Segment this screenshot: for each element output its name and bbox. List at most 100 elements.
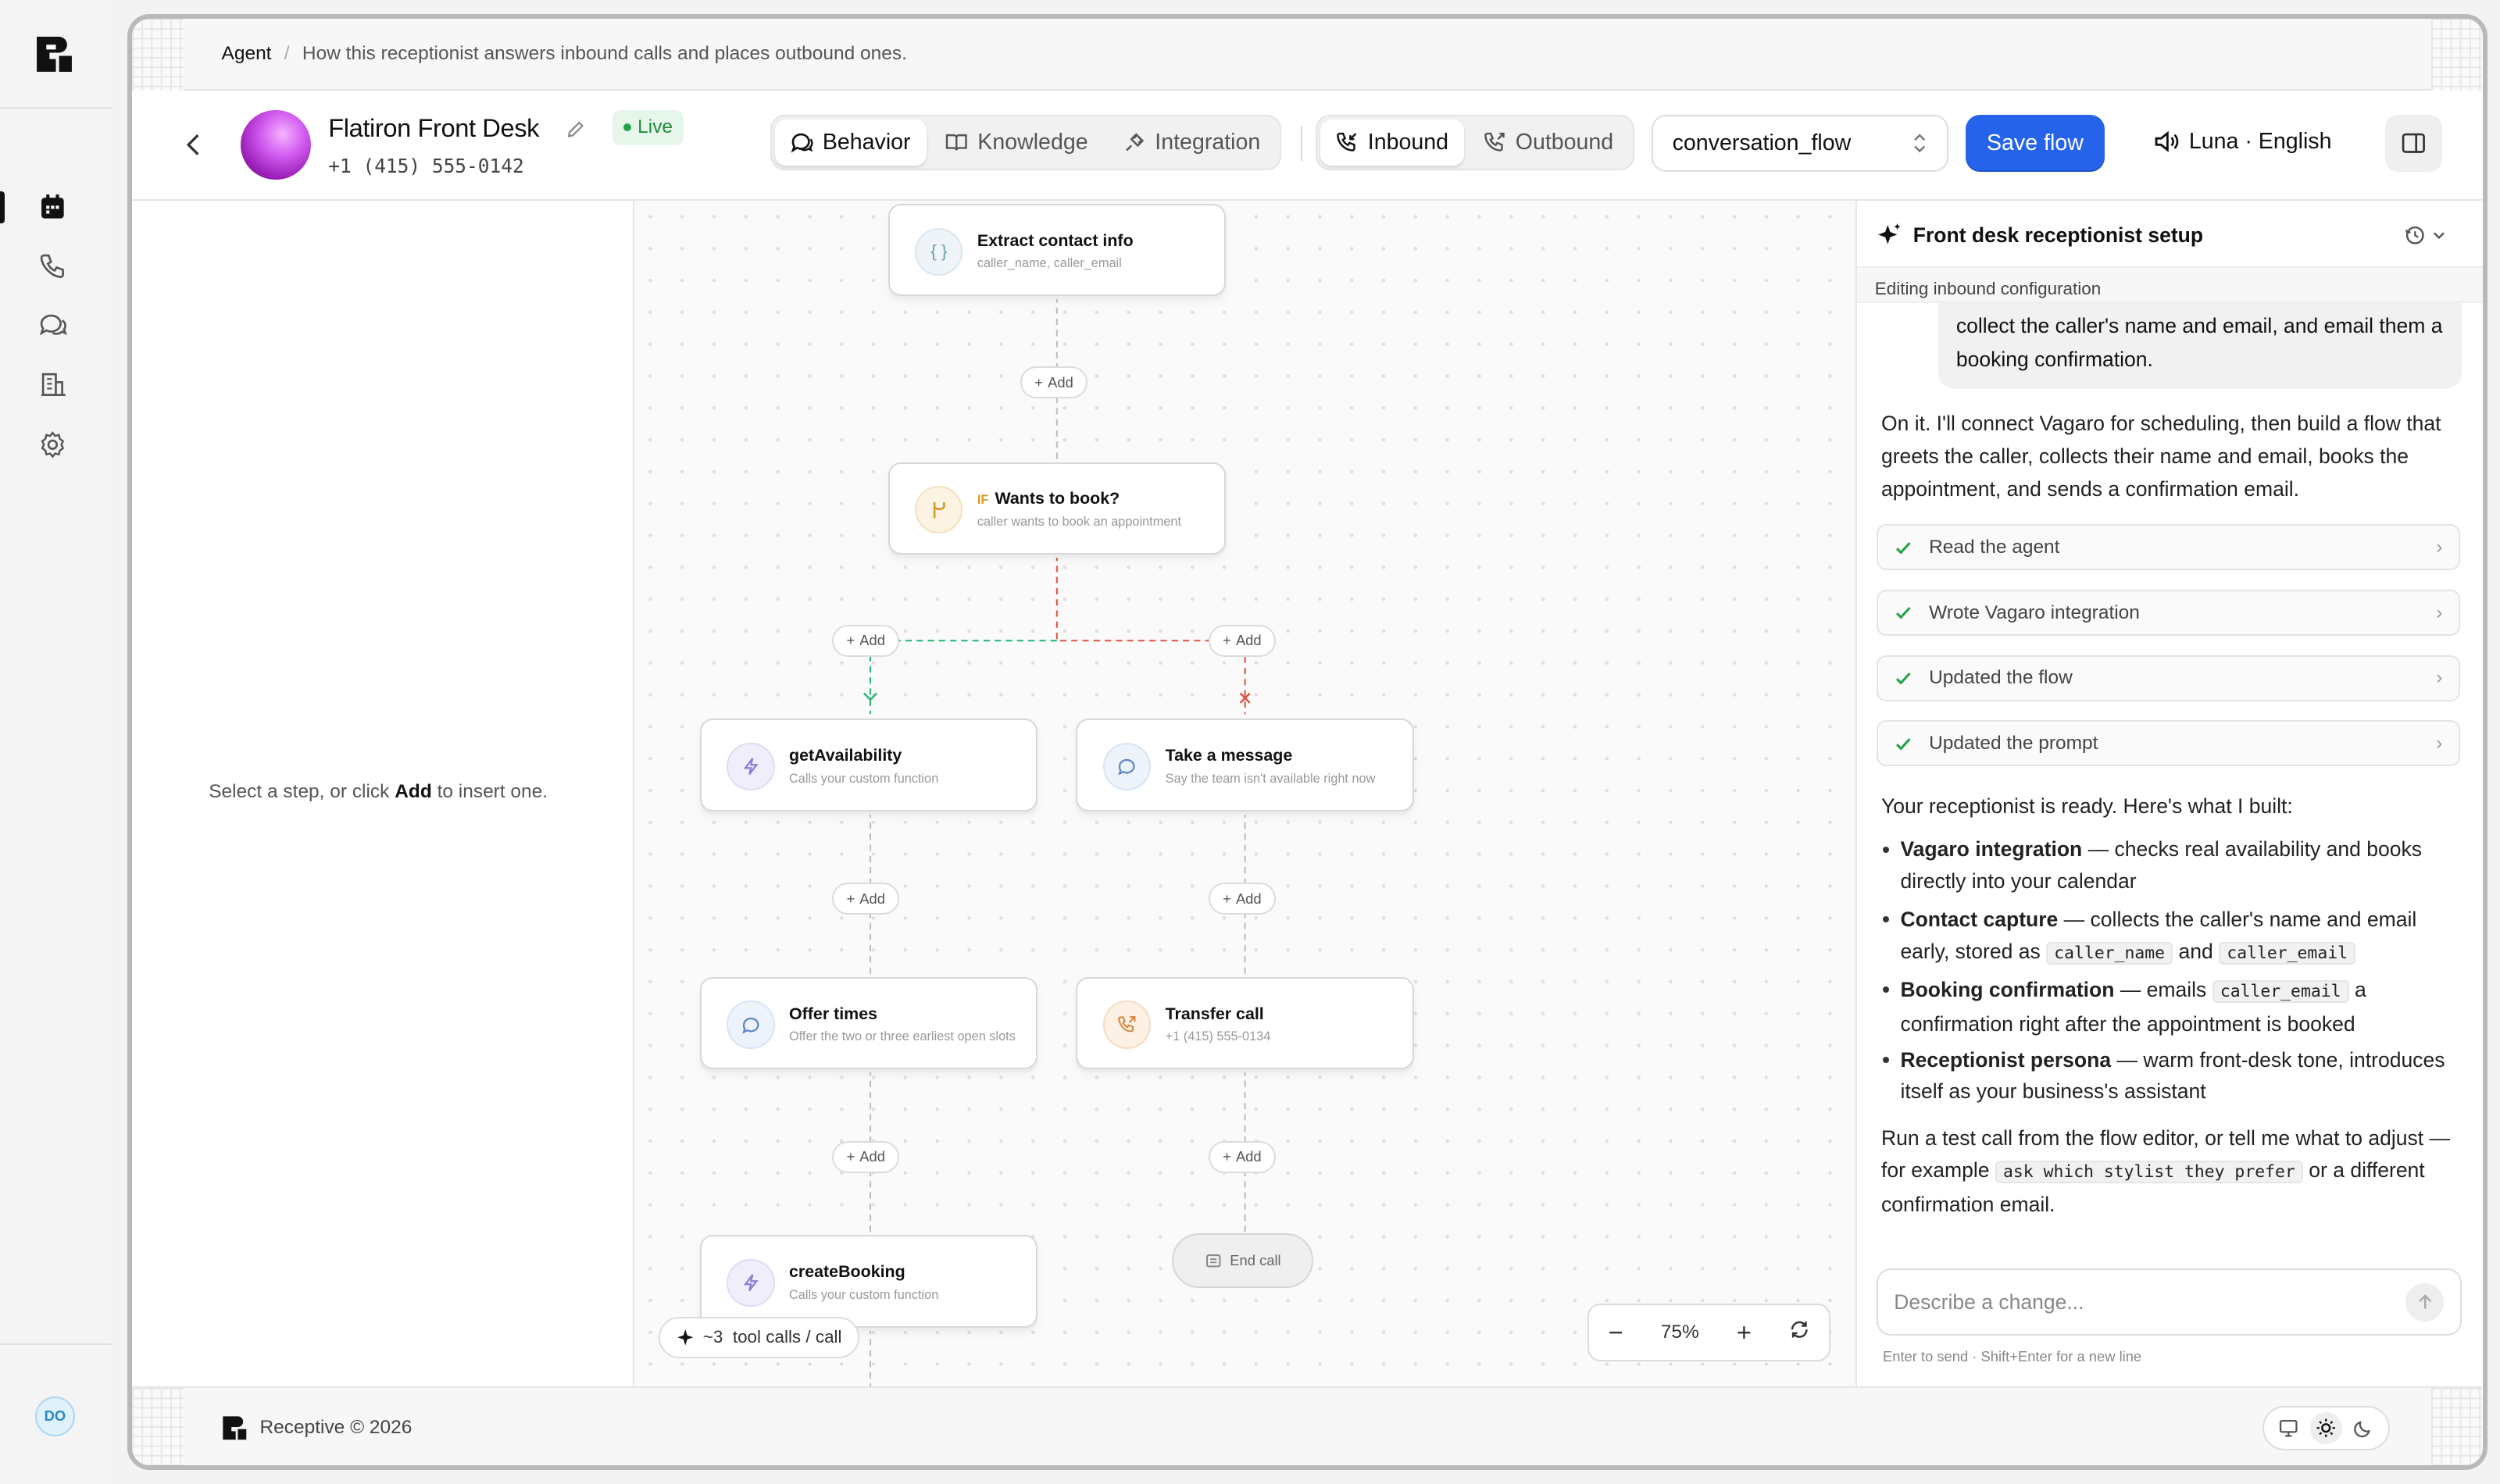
node-subtitle: Calls your custom function	[789, 1287, 939, 1302]
tab-integration[interactable]: Integration	[1107, 120, 1277, 166]
sparkle-icon	[677, 1329, 694, 1346]
settings-gear-icon[interactable]	[35, 427, 70, 462]
composer-placeholder: Describe a change...	[1894, 1290, 2084, 1314]
add-step-button[interactable]: + Add	[1020, 366, 1088, 399]
check-icon	[1896, 672, 1911, 685]
step-label: Read the agent	[1929, 536, 2060, 558]
assistant-ready: Your receptionist is ready. Here's what …	[1880, 794, 2293, 819]
tab-inbound[interactable]: Inbound	[1320, 119, 1465, 166]
user-avatar[interactable]: DO	[34, 1396, 75, 1436]
app-footer: Receptive © 2026	[132, 1386, 2483, 1465]
back-chevron-icon[interactable]	[184, 132, 206, 164]
save-flow-button[interactable]: Save flow	[1966, 114, 2105, 173]
flow-select[interactable]: conversation_flow	[1652, 114, 1948, 173]
add-step-button[interactable]: + Add	[832, 624, 900, 657]
agent-name: Flatiron Front Desk	[328, 112, 540, 142]
summary-bullet: Receptionist persona — warm front-desk t…	[1881, 1044, 2463, 1108]
zoom-in-button[interactable]: +	[1737, 1318, 1752, 1347]
agent-avatar	[241, 109, 311, 180]
building-icon[interactable]	[35, 366, 70, 401]
add-step-button[interactable]: + Add	[1208, 1141, 1276, 1173]
branch-icon	[915, 486, 963, 534]
flow-node-extract-contact[interactable]: { } Extract contact info caller_name, ca…	[888, 204, 1227, 297]
footer-brand-text: Receptive © 2026	[259, 1417, 412, 1439]
step-label: Updated the prompt	[1929, 732, 2098, 754]
step-updated-prompt[interactable]: Updated the prompt ›	[1876, 720, 2460, 767]
flow-node-create-booking[interactable]: createBooking Calls your custom function	[699, 1235, 1038, 1328]
assistant-subtitle: Editing inbound configuration	[1857, 267, 2483, 303]
lightning-icon	[727, 742, 775, 791]
breadcrumb-description: How this receptionist answers inbound ca…	[302, 42, 907, 64]
outgoing-call-icon	[1484, 133, 1505, 152]
sun-icon[interactable]	[2309, 1411, 2342, 1444]
flow-node-transfer-call[interactable]: Transfer call +1 (415) 555-0134	[1076, 976, 1415, 1070]
send-arrow-icon[interactable]	[2405, 1282, 2445, 1322]
tab-outbound[interactable]: Outbound	[1468, 120, 1630, 166]
tool-calls-badge: ~3 tool calls / call	[658, 1316, 859, 1358]
book-icon	[946, 134, 968, 151]
flow-node-offer-times[interactable]: Offer times Offer the two or three earli…	[699, 976, 1038, 1070]
edit-pencil-icon[interactable]	[566, 116, 584, 146]
step-wrote-integration[interactable]: Wrote Vagaro integration ›	[1876, 589, 2460, 637]
moon-icon[interactable]	[2348, 1412, 2380, 1444]
tab-knowledge-label: Knowledge	[977, 130, 1088, 155]
phone-icon[interactable]	[35, 248, 70, 284]
tool-calls-label: ~3 tool calls / call	[702, 1327, 842, 1347]
voice-selector[interactable]: Luna · English	[2154, 129, 2331, 155]
messages-icon[interactable]	[35, 308, 70, 343]
breadcrumb: Agent / How this receptionist answers in…	[222, 43, 907, 65]
tab-knowledge[interactable]: Knowledge	[930, 120, 1104, 166]
node-subtitle: Calls your custom function	[789, 771, 939, 786]
zoom-controls: − 75% +	[1588, 1304, 1830, 1361]
calendar-icon[interactable]	[35, 190, 70, 225]
reset-view-icon[interactable]	[1789, 1319, 1810, 1346]
check-icon	[1896, 607, 1911, 619]
add-step-button[interactable]: + Add	[1208, 624, 1276, 657]
chevron-right-icon: ›	[2436, 667, 2443, 689]
step-read-agent[interactable]: Read the agent ›	[1876, 524, 2460, 571]
agent-header: Flatiron Front Desk Live +1 (415) 555-01…	[132, 91, 2483, 201]
empty-hint: Select a step, or click Add to insert on…	[209, 780, 548, 802]
app-rail: DO	[0, 0, 112, 1484]
zoom-level: 75%	[1660, 1321, 1699, 1343]
history-icon[interactable]	[2404, 223, 2452, 253]
add-step-button[interactable]: + Add	[832, 1141, 900, 1173]
assistant-outro: Run a test call from the flow editor, or…	[1880, 1125, 2450, 1217]
breadcrumb-root[interactable]: Agent	[222, 43, 272, 65]
section-tabs: Behavior Knowledge Integration	[770, 114, 1281, 171]
app-logo[interactable]	[35, 35, 73, 80]
chat-icon	[791, 134, 813, 153]
incoming-call-icon	[1337, 133, 1357, 152]
add-step-button[interactable]: + Add	[1208, 883, 1276, 915]
breadcrumb-bar: Agent / How this receptionist answers in…	[132, 19, 2483, 91]
zoom-out-button[interactable]: −	[1609, 1318, 1623, 1347]
node-title: IF Wants to book?	[977, 489, 1120, 508]
voice-label: Luna · English	[2188, 129, 2332, 155]
braces-icon: { }	[915, 227, 963, 276]
node-subtitle: Say the team isn't available right now	[1165, 771, 1376, 786]
step-label: Updated the flow	[1929, 667, 2073, 689]
flow-node-wants-to-book[interactable]: IF Wants to book? caller wants to book an…	[888, 462, 1227, 555]
tab-behavior[interactable]: Behavior	[774, 119, 927, 166]
plug-icon	[1125, 133, 1144, 152]
transfer-call-icon	[1103, 1001, 1152, 1049]
lightning-icon	[727, 1259, 775, 1307]
live-status-badge: Live	[612, 109, 684, 145]
add-step-button[interactable]: + Add	[832, 883, 900, 915]
flow-node-get-availability[interactable]: getAvailability Calls your custom functi…	[699, 719, 1038, 812]
step-label: Wrote Vagaro integration	[1929, 601, 2140, 623]
toggle-panel-button[interactable]	[2384, 114, 2443, 173]
end-call-icon	[1205, 1254, 1221, 1268]
flow-node-take-message[interactable]: Take a message Say the team isn't availa…	[1076, 719, 1415, 812]
monitor-icon[interactable]	[2273, 1412, 2305, 1444]
flow-select-value: conversation_flow	[1672, 130, 1852, 156]
speech-bubble-icon	[1103, 742, 1152, 791]
end-call-node[interactable]: End call	[1171, 1233, 1314, 1288]
change-request-input[interactable]: Describe a change...	[1876, 1268, 2462, 1336]
tab-behavior-label: Behavior	[822, 130, 911, 155]
step-updated-flow[interactable]: Updated the flow ›	[1876, 655, 2460, 701]
speech-bubble-icon	[727, 1001, 775, 1049]
chevron-right-icon: ›	[2436, 536, 2443, 558]
flow-canvas[interactable]: { } Extract contact info caller_name, ca…	[634, 201, 1856, 1387]
add-hint-bold: Add	[395, 780, 432, 802]
